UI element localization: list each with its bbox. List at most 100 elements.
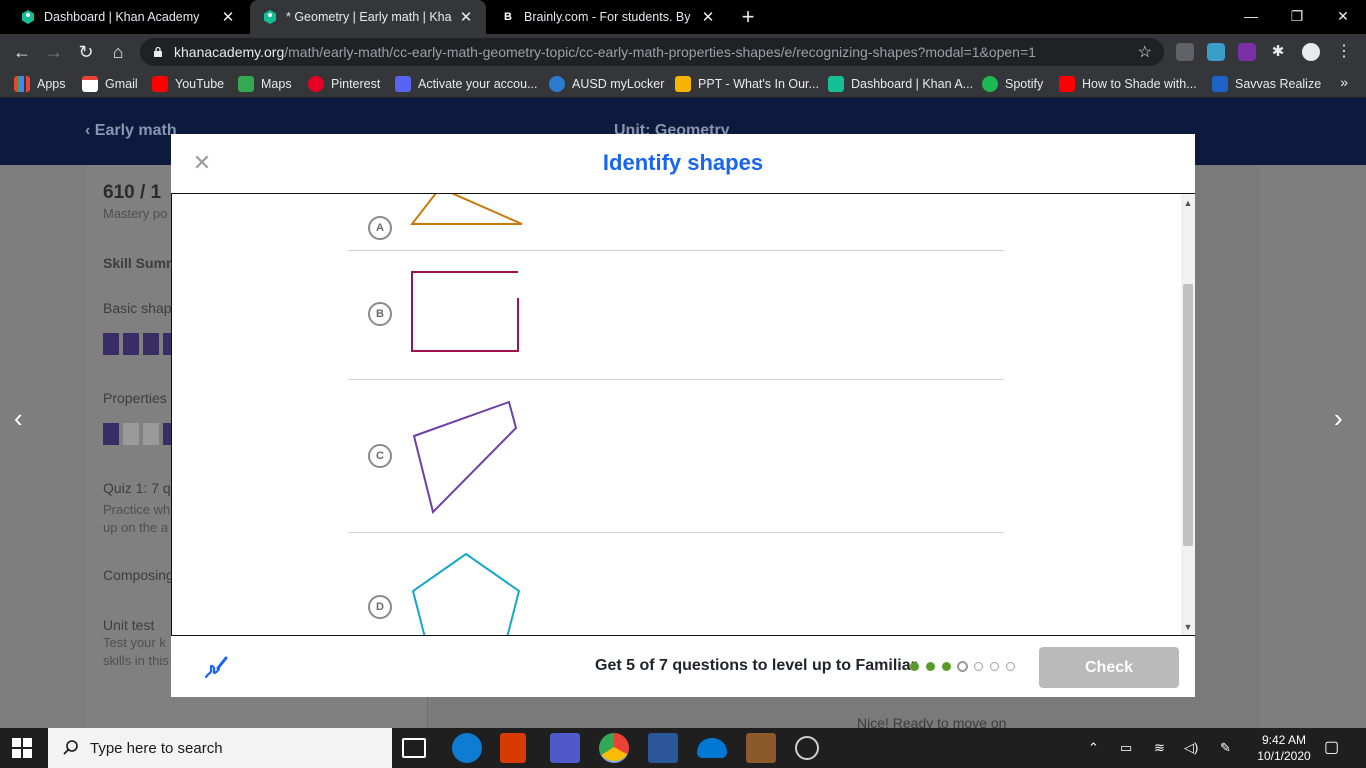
basic-shapes-label[interactable]: Basic shape [103, 300, 179, 316]
bookmark-aausd[interactable]: AUSD myLocker [549, 75, 664, 93]
address-bar[interactable]: khanacademy.org/math/early-math/cc-early… [140, 38, 1164, 66]
home-icon[interactable]: ⌂ [106, 40, 130, 64]
mastery-bars [103, 423, 179, 445]
next-arrow-icon[interactable]: › [1334, 403, 1343, 434]
bookmark-label: Apps [37, 77, 66, 91]
tab-brainly[interactable]: B Brainly.com - For students. By student… [488, 0, 728, 34]
choice-radio[interactable]: B [368, 302, 392, 326]
extension-icon[interactable] [1207, 43, 1225, 61]
unit-test-label[interactable]: Unit test [103, 617, 154, 633]
puzzle-icon[interactable]: ✱ [1269, 43, 1287, 61]
scroll-up-icon[interactable]: ▲ [1181, 196, 1195, 210]
choice-radio[interactable]: A [368, 216, 392, 240]
minecraft-icon[interactable] [746, 733, 776, 763]
new-tab-icon[interactable]: + [737, 5, 759, 29]
bookmark-shade[interactable]: How to Shade with... [1059, 75, 1197, 93]
wifi-icon[interactable]: ≋ [1154, 728, 1165, 768]
reload-icon[interactable]: ↻ [74, 40, 98, 64]
more-bookmarks-icon[interactable]: » [1340, 74, 1348, 90]
properties-label[interactable]: Properties [103, 390, 167, 406]
tray-chevron-icon[interactable]: ⌃ [1088, 728, 1099, 768]
triangle-shape [410, 194, 523, 225]
onedrive-icon[interactable] [697, 738, 727, 758]
close-tab-icon[interactable]: ✕ [458, 8, 474, 26]
browser-tab-strip: Dashboard | Khan Academy ✕ * Geometry | … [0, 0, 1366, 34]
profile-avatar-icon[interactable] [1302, 43, 1320, 61]
bookmark-gmail[interactable]: Gmail [82, 75, 138, 93]
quiz-desc: Practice wh [103, 502, 171, 517]
menu-kebab-icon[interactable]: ⋮ [1335, 43, 1353, 61]
search-icon [63, 740, 78, 755]
scroll-down-icon[interactable]: ▼ [1181, 620, 1195, 634]
url-path: /math/early-math/cc-early-math-geometry-… [284, 44, 1036, 60]
tab-dashboard[interactable]: Dashboard | Khan Academy ✕ [8, 0, 248, 34]
youtube-icon [152, 76, 168, 92]
onenote-extension-icon[interactable] [1238, 43, 1256, 61]
breadcrumb-label: Early math [94, 122, 177, 139]
quadrilateral-shape [412, 400, 518, 514]
pen-icon[interactable]: ✎ [1220, 728, 1231, 768]
bookmark-spotify[interactable]: Spotify [982, 75, 1043, 93]
bookmark-label: Activate your accou... [418, 77, 538, 91]
bookmark-savvas[interactable]: Savvas Realize [1212, 75, 1321, 93]
forward-icon[interactable]: → [42, 40, 66, 64]
tab-title: Dashboard | Khan Academy [44, 10, 200, 24]
choice-a[interactable]: A [348, 194, 1004, 251]
extension-icon[interactable] [1176, 43, 1194, 61]
back-icon[interactable]: ← [10, 40, 34, 64]
bookmark-apps[interactable]: Apps [14, 75, 66, 93]
system-clock[interactable]: 9:42 AM 10/1/2020 [1254, 732, 1314, 764]
bookmark-label: Maps [261, 77, 292, 91]
bookmark-dashboard[interactable]: Dashboard | Khan A... [828, 75, 973, 93]
volume-icon[interactable]: ◁) [1184, 728, 1198, 768]
previous-arrow-icon[interactable]: ‹ [14, 403, 23, 434]
minimize-icon[interactable]: — [1228, 0, 1274, 32]
clock-time: 9:42 AM [1261, 733, 1307, 747]
bookmark-pinterest[interactable]: Pinterest [308, 75, 380, 93]
tab-geometry[interactable]: * Geometry | Early math | Khan Academy ✕ [250, 0, 486, 34]
bookmark-ppt[interactable]: PPT - What's In Our... [675, 75, 819, 93]
progress-dot-todo [1006, 662, 1015, 671]
quiz-label[interactable]: Quiz 1: 7 q [103, 480, 171, 496]
pinterest-icon [308, 76, 324, 92]
close-tab-icon[interactable]: ✕ [700, 8, 716, 26]
chrome-icon[interactable] [599, 733, 629, 763]
content-scrollbar[interactable]: ▲ ▼ [1181, 194, 1195, 635]
scratchpad-pencil-icon[interactable] [203, 654, 229, 680]
modal-header: ✕ Identify shapes [171, 134, 1195, 194]
choice-c[interactable]: C [348, 380, 1004, 533]
battery-icon[interactable]: ▭ [1120, 728, 1132, 768]
check-button[interactable]: Check [1039, 647, 1179, 688]
task-view-icon[interactable] [402, 738, 426, 758]
khan-academy-icon [264, 10, 276, 24]
choice-b[interactable]: B [348, 251, 1004, 380]
rectangle-shape [411, 271, 519, 352]
breadcrumb[interactable]: ‹ Early math [85, 122, 177, 140]
edge-icon[interactable] [452, 733, 482, 763]
tab-title: Brainly.com - For students. By students. [524, 10, 694, 24]
close-window-icon[interactable]: ✕ [1320, 0, 1366, 32]
bookmark-star-icon[interactable]: ☆ [1138, 42, 1152, 62]
khan-academy-icon [828, 76, 844, 92]
word-icon[interactable] [648, 733, 678, 763]
windows-start-icon[interactable] [12, 738, 32, 758]
teams-icon[interactable] [550, 733, 580, 763]
tab-title: * Geometry | Early math | Khan Academy [286, 10, 452, 24]
choice-radio[interactable]: C [368, 444, 392, 468]
bookmark-activate[interactable]: Activate your accou... [395, 75, 538, 93]
bookmark-label: YouTube [175, 77, 225, 91]
composing-label[interactable]: Composing [103, 567, 174, 583]
notifications-icon[interactable]: ▢ [1324, 728, 1339, 768]
bookmark-maps[interactable]: Maps [238, 75, 292, 93]
choice-d[interactable]: D [348, 533, 1004, 635]
office-icon[interactable] [500, 733, 526, 763]
globe-icon[interactable] [795, 736, 819, 760]
taskbar-search[interactable]: Type here to search [48, 728, 392, 768]
bookmark-youtube[interactable]: YouTube [152, 75, 224, 93]
close-tab-icon[interactable]: ✕ [220, 8, 236, 26]
scroll-thumb[interactable] [1183, 284, 1193, 546]
maps-icon [238, 76, 254, 92]
progress-dot-todo [974, 662, 983, 671]
choice-radio[interactable]: D [368, 595, 392, 619]
restore-icon[interactable]: ❐ [1274, 0, 1320, 32]
